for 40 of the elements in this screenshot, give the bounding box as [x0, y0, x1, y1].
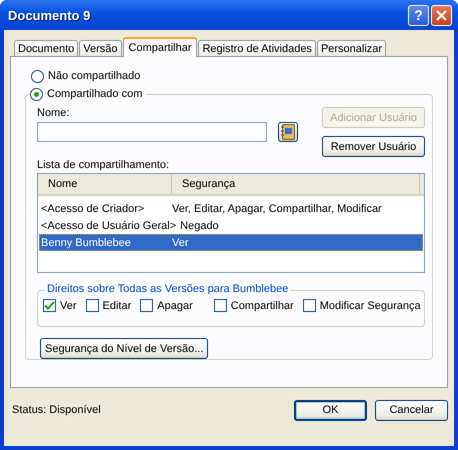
checkbox-label: Editar — [102, 300, 132, 312]
close-button[interactable] — [431, 4, 452, 26]
group-title: Direitos sobre Todas as Versões para Bumblebee — [45, 283, 290, 295]
status-text: Status: Disponível — [12, 404, 101, 416]
address-book-icon — [281, 124, 295, 140]
dialog-button[interactable]: Cancelar — [375, 400, 448, 420]
tab[interactable]: Documento — [14, 40, 78, 56]
check-icon — [44, 301, 55, 310]
list-row[interactable]: Benny Bumblebee Ver — [39, 234, 423, 251]
radio-button[interactable] — [30, 88, 43, 100]
column-header[interactable]: Nome — [38, 174, 172, 194]
checkbox[interactable] — [302, 299, 316, 312]
radio-label: Compartilhado com — [47, 88, 142, 100]
checkbox-label: Modificar Segurança — [320, 300, 421, 312]
tab[interactable]: Registro de Atividades — [198, 40, 316, 56]
checkbox[interactable] — [214, 299, 227, 312]
remove-user-button[interactable]: Remover Usuário — [322, 136, 425, 157]
radio-label: Não compartilhado — [48, 70, 140, 82]
column-header[interactable]: Segurança — [172, 174, 420, 194]
tab[interactable]: Versão — [79, 40, 122, 56]
checkbox-label: Ver — [60, 300, 77, 312]
checkbox[interactable] — [43, 299, 56, 312]
field-label: Nome: — [37, 107, 70, 119]
list-row[interactable]: <Acesso de Usuário Geral> Negado — [39, 217, 423, 234]
radio-button[interactable] — [31, 70, 44, 82]
checkbox[interactable] — [86, 299, 99, 312]
close-icon — [436, 10, 447, 20]
dialog-button[interactable]: OK — [294, 400, 367, 420]
address-book-button[interactable] — [278, 122, 298, 142]
name-field[interactable] — [37, 122, 267, 142]
list-label: Lista de compartilhamento: — [37, 159, 170, 171]
checkbox-label: Apagar — [157, 300, 193, 312]
tab[interactable]: Compartilhar — [122, 37, 198, 57]
list-row[interactable]: <Acesso de Criador> Ver, Editar, Apagar, Compartilhar, Modificar — [39, 200, 423, 217]
tab[interactable]: Personalizar — [316, 40, 386, 56]
version-security-button[interactable]: Segurança do Nível de Versão... — [40, 338, 208, 359]
help-button[interactable]: ? — [408, 4, 429, 26]
checkbox-label: Compartilhar — [230, 300, 294, 312]
checkbox[interactable] — [140, 299, 154, 312]
window-title: Documento 9 — [8, 8, 90, 22]
